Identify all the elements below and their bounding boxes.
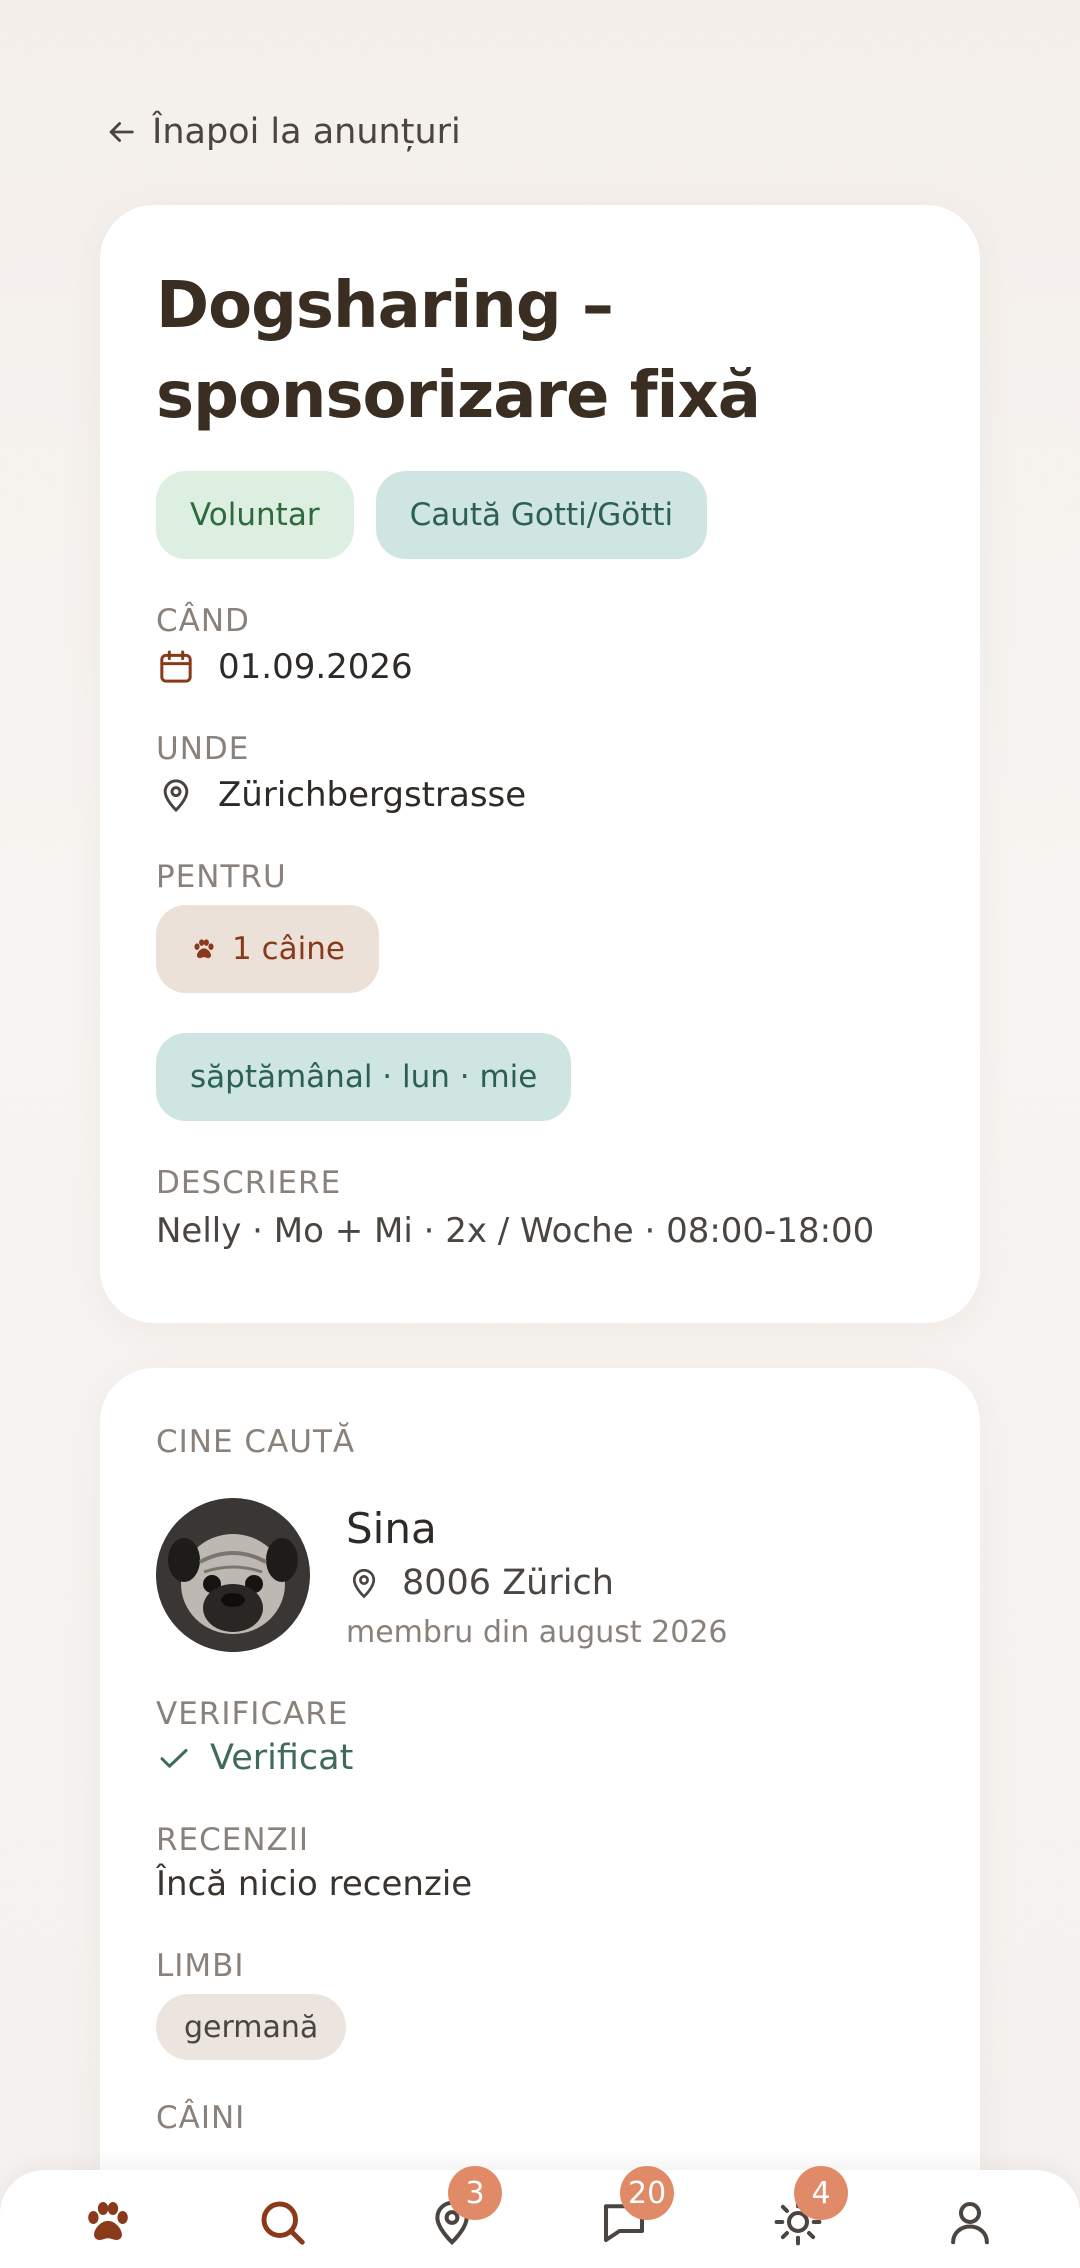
tag-type: Caută Gotti/Götti xyxy=(375,471,708,559)
tab-activity[interactable]: 4 xyxy=(768,2166,848,2252)
pug-photo xyxy=(156,1498,310,1652)
listing-tags: Voluntar Caută Gotti/Götti xyxy=(156,471,924,559)
back-link[interactable]: Înapoi la anunțuri xyxy=(104,112,461,152)
reviews-label: RECENZII xyxy=(156,1822,310,1858)
where-value: Zürichbergstrasse xyxy=(218,775,527,815)
avatar[interactable] xyxy=(156,1498,310,1652)
seeker-info: Sina 8006 Zürich membru din august 2026 xyxy=(346,1498,728,1652)
tag-category: Voluntar xyxy=(156,471,354,559)
when-row: 01.09.2026 xyxy=(156,647,924,687)
tab-home[interactable] xyxy=(78,2192,138,2252)
description-label: DESCRIERE xyxy=(156,1165,342,1201)
for-label: PENTRU xyxy=(156,859,287,895)
seeker-name: Sina xyxy=(346,1504,437,1553)
when-label: CÂND xyxy=(156,603,250,639)
verification-label: VERIFICARE xyxy=(156,1696,349,1732)
schedule-pill: săptămânal · lun · mie xyxy=(156,1033,572,1121)
dog-count-value: 1 câine xyxy=(232,931,345,967)
back-link-label: Înapoi la anunțuri xyxy=(152,112,461,152)
languages-label: LIMBI xyxy=(156,1948,245,1984)
dogs-label: CÂINI xyxy=(156,2100,246,2136)
calendar-icon xyxy=(160,650,192,683)
search-icon xyxy=(261,2201,305,2245)
seeker-location: 8006 Zürich xyxy=(346,1563,728,1603)
reviews-value: Încă nicio recenzie xyxy=(156,1864,473,1904)
description-value: Nelly · Mo + Mi · 2x / Woche · 08:00-18:… xyxy=(156,1211,875,1251)
seeker-location-value: 8006 Zürich xyxy=(402,1563,614,1603)
bottom-tab-bar: 3 20 4 xyxy=(0,2166,1080,2268)
messages-badge: 20 xyxy=(620,2166,675,2220)
verification-value: Verificat xyxy=(210,1738,354,1778)
when-value: 01.09.2026 xyxy=(218,647,413,687)
where-label: UNDE xyxy=(156,731,250,767)
map-pin-icon xyxy=(163,779,189,813)
tab-profile[interactable] xyxy=(940,2192,1000,2252)
listing-card: Dogsharing – sponsorizare fixă Voluntar … xyxy=(100,205,980,1323)
tab-messages[interactable]: 20 xyxy=(594,2166,675,2252)
tab-search[interactable] xyxy=(252,2192,312,2252)
tab-map[interactable]: 3 xyxy=(422,2166,502,2252)
seeker-card: CINE CAUTĂ Sina 8006 Zürich membru din a… xyxy=(100,1368,980,2268)
verification-status: Verificat xyxy=(156,1738,924,1778)
map-pin-icon xyxy=(352,1568,376,1599)
paw-icon xyxy=(88,2201,128,2241)
dog-count-pill: 1 câine xyxy=(156,905,379,993)
check-icon xyxy=(160,1749,188,1768)
paw-icon xyxy=(194,939,214,959)
language-pill: germană xyxy=(156,1994,347,2060)
arrow-left-icon xyxy=(109,122,134,142)
where-row: Zürichbergstrasse xyxy=(156,775,924,815)
seeker-member-since: membru din august 2026 xyxy=(346,1615,728,1650)
profile-icon xyxy=(951,2201,989,2245)
seeker-profile[interactable]: Sina 8006 Zürich membru din august 2026 xyxy=(156,1498,924,1652)
listing-title: Dogsharing – sponsorizare fixă xyxy=(156,269,761,433)
activity-badge: 4 xyxy=(794,2166,848,2220)
map-badge: 3 xyxy=(448,2166,502,2220)
seeker-section-label: CINE CAUTĂ xyxy=(156,1424,356,1460)
